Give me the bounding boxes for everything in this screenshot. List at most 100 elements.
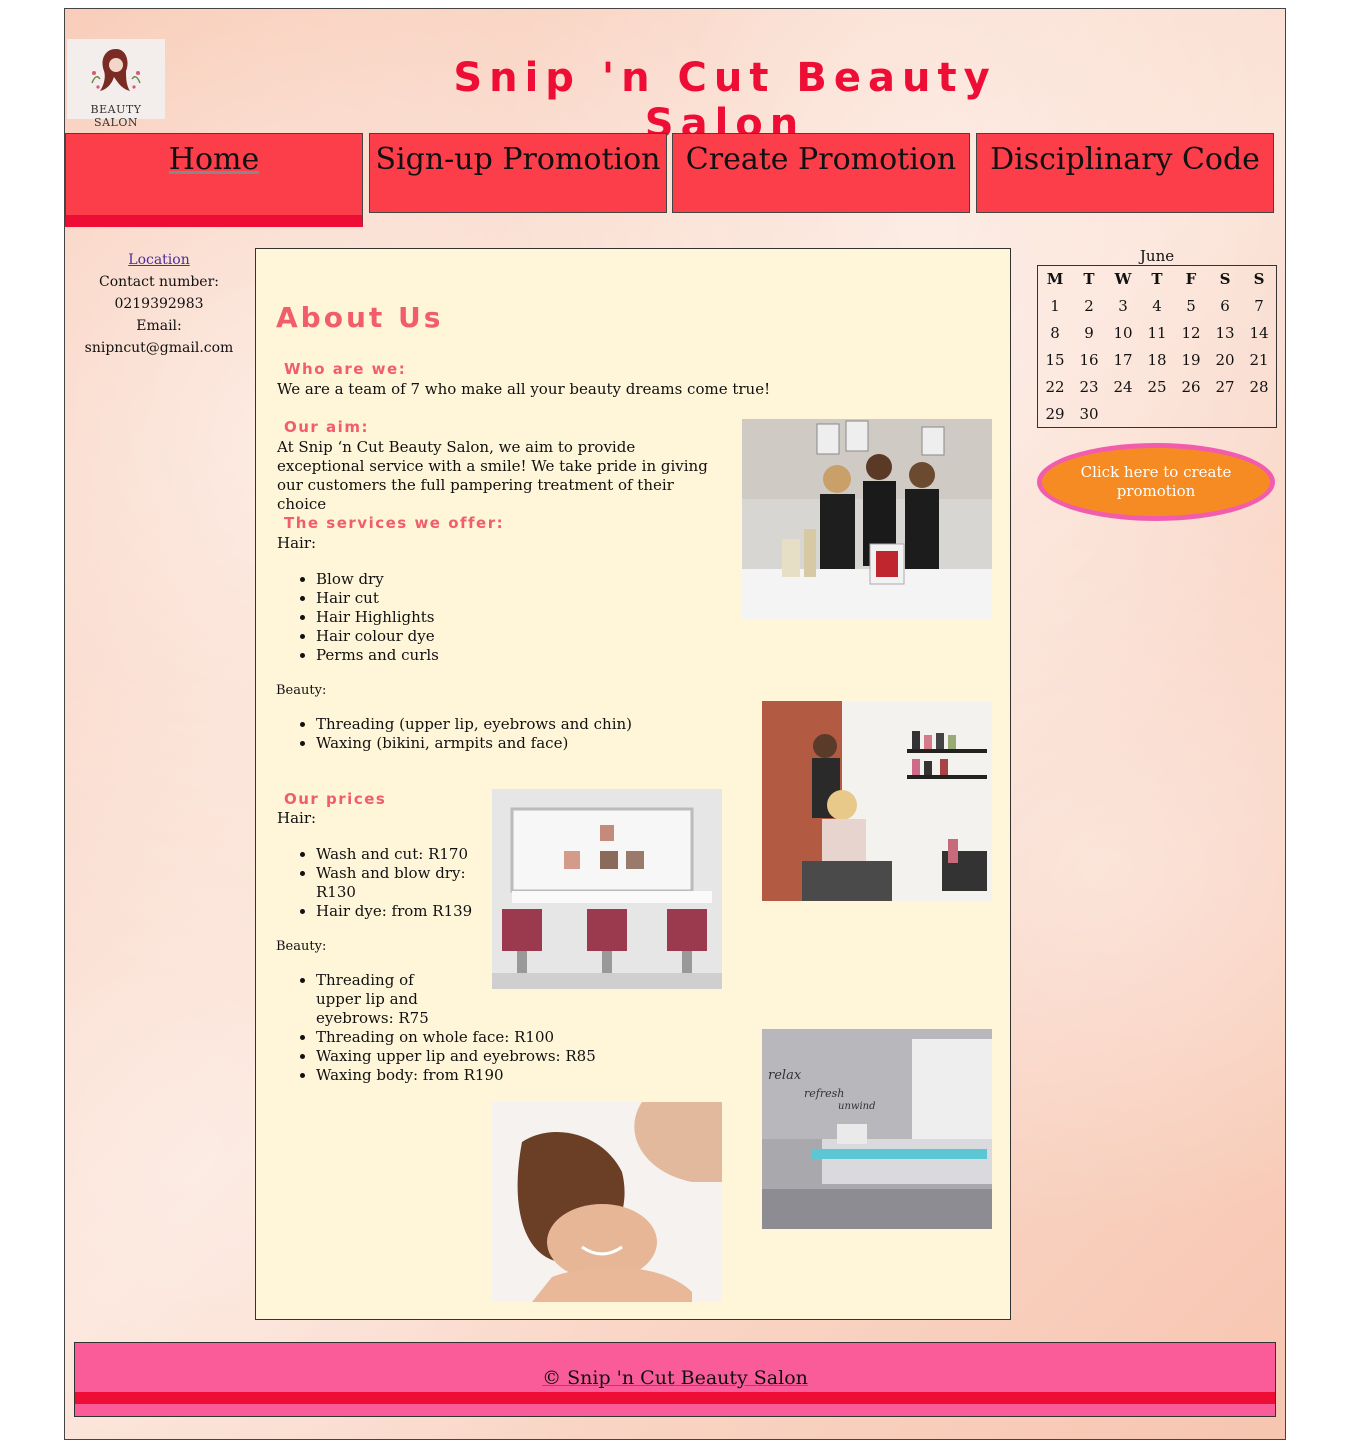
nav-home-label: Home [168,142,260,177]
calendar-week-row: 8 9 10 11 12 13 14 [1038,319,1276,346]
calendar: June M T W T F S S 1 2 3 4 5 6 7 8 9 10 … [1037,247,1277,428]
calendar-day: 12 [1181,323,1201,342]
list-item: Perms and curls [316,646,439,665]
list-item: Wash and blow dry: R130 [316,864,491,902]
hairdresser-photo [762,701,992,901]
weekday: F [1185,270,1197,288]
create-promotion-button-label: Click here to create promotion [1080,463,1232,500]
list-item: Blow dry [316,570,439,589]
calendar-day [1242,400,1276,427]
calendar-day: 11 [1147,323,1167,342]
calendar-day: 2 [1084,296,1094,315]
calendar-day: 13 [1215,323,1235,342]
email-label: Email: [136,318,182,334]
calendar-day [1208,400,1242,427]
footer: © Snip 'n Cut Beauty Salon [74,1342,1276,1417]
calendar-day: 5 [1186,296,1196,315]
create-promotion-button[interactable]: Click here to create promotion [1037,443,1275,521]
nav-disciplinary-code-label: Disciplinary Code [990,142,1260,177]
wall-text-refresh: refresh [804,1087,844,1100]
calendar-week-row: 1 2 3 4 5 6 7 [1038,292,1276,319]
contact-sidebar: Location Contact number: 0219392983 Emai… [75,249,243,359]
footer-accent-bar [75,1392,1275,1404]
nav-signup-promotion-label: Sign-up Promotion [375,142,661,177]
salon-chairs-photo [492,789,722,989]
calendar-day: 15 [1045,350,1065,369]
calendar-day: 14 [1249,323,1269,342]
calendar-day: 10 [1113,323,1133,342]
calendar-week-row: 29 30 [1038,400,1276,427]
prices-beauty-label: Beauty: [276,939,327,954]
about-title: About Us [276,301,444,334]
calendar-day: 22 [1045,377,1065,396]
calendar-day: 8 [1050,323,1060,342]
calendar-day: 27 [1215,377,1235,396]
about-content: About Us Who are we: We are a team of 7 … [255,248,1011,1320]
calendar-day [1106,400,1140,427]
calendar-day: 24 [1113,377,1133,396]
calendar-day: 9 [1084,323,1094,342]
wall-text-unwind: unwind [838,1101,875,1112]
phone-label: Contact number: [98,274,219,290]
calendar-day: 19 [1181,350,1201,369]
calendar-week-row: 15 16 17 18 19 20 21 [1038,346,1276,373]
footer-copyright: © Snip 'n Cut Beauty Salon [542,1367,808,1389]
who-text: We are a team of 7 who make all your bea… [277,380,771,398]
list-item: Threading on whole face: R100 [316,1028,646,1047]
list-item: Hair dye: from R139 [316,902,491,921]
calendar-day: 18 [1147,350,1167,369]
calendar-day: 28 [1249,377,1269,396]
main-nav: Home Sign-up Promotion Create Promotion … [65,133,1285,229]
calendar-day: 3 [1118,296,1128,315]
list-item: Hair cut [316,589,439,608]
calendar-day: 4 [1152,296,1162,315]
page: BEAUTY SALON Snip 'n Cut Beauty Salon Ho… [64,8,1286,1440]
nav-home[interactable]: Home [65,133,363,227]
services-heading: The services we offer: [284,514,505,532]
services-beauty-list: Threading (upper lip, eyebrows and chin)… [276,715,632,753]
woman-silhouette-icon [91,49,141,91]
calendar-day: 6 [1220,296,1230,315]
calendar-day: 29 [1045,404,1065,423]
list-item: Waxing upper lip and eyebrows: R85 [316,1047,646,1066]
calendar-day: 23 [1079,377,1099,396]
weekday: S [1253,270,1265,288]
list-item: Threading of upper lip and eyebrows: R75 [316,971,456,1028]
calendar-day: 26 [1181,377,1201,396]
calendar-day: 20 [1215,350,1235,369]
who-heading: Who are we: [284,360,407,378]
calendar-day [1174,400,1208,427]
calendar-day: 30 [1079,404,1099,423]
massage-photo [492,1102,722,1302]
nav-create-promotion-label: Create Promotion [685,142,957,177]
calendar-day: 17 [1113,350,1133,369]
wall-text-relax: relax [768,1068,802,1083]
calendar-day: 25 [1147,377,1167,396]
calendar-weekday-row: M T W T F S S [1038,266,1276,292]
weekday: S [1219,270,1231,288]
staff-team-photo [742,419,992,619]
calendar-day: 7 [1254,296,1264,315]
prices-hair-label: Hair: [277,809,317,827]
nav-disciplinary-code[interactable]: Disciplinary Code [976,133,1274,213]
nav-signup-promotion[interactable]: Sign-up Promotion [369,133,667,213]
calendar-day [1140,400,1174,427]
calendar-day: 16 [1079,350,1099,369]
calendar-day: 1 [1050,296,1060,315]
list-item: Threading (upper lip, eyebrows and chin) [316,715,632,734]
services-hair-label: Hair: [277,534,317,552]
list-item: Waxing body: from R190 [316,1066,646,1085]
relax-room-photo: relax refresh unwind [762,1029,992,1229]
logo-text: BEAUTY SALON [90,103,142,129]
weekday: W [1114,270,1132,288]
calendar-day: 21 [1249,350,1269,369]
nav-create-promotion[interactable]: Create Promotion [672,133,970,213]
location-link[interactable]: Location [128,252,189,268]
weekday: M [1046,270,1064,288]
weekday: T [1083,270,1095,288]
services-hair-list: Blow dry Hair cut Hair Highlights Hair c… [276,570,439,665]
aim-text: At Snip ‘n Cut Beauty Salon, we aim to p… [277,438,708,513]
prices-hair-list: Wash and cut: R170 Wash and blow dry: R1… [276,845,491,921]
calendar-week-row: 22 23 24 25 26 27 28 [1038,373,1276,400]
list-item: Hair colour dye [316,627,439,646]
